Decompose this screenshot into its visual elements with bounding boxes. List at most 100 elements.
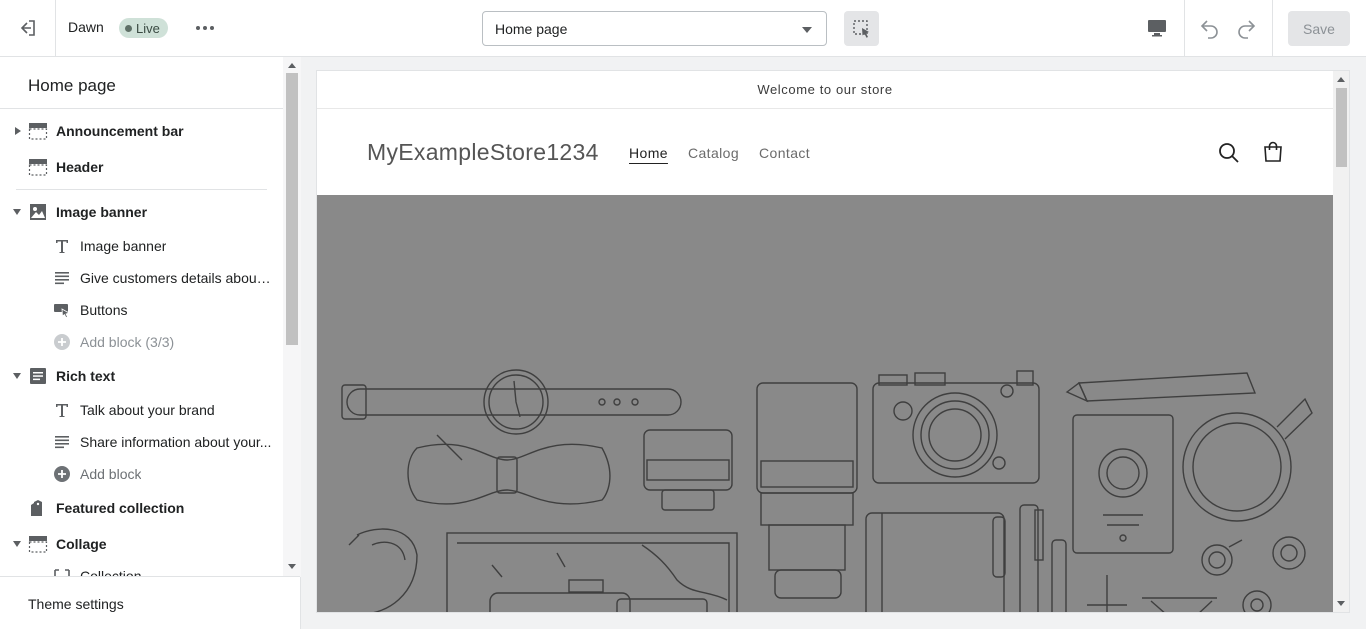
sidebar-footer: Theme settings bbox=[0, 576, 300, 629]
mug-illustration bbox=[1182, 397, 1313, 522]
scroll-down-icon bbox=[1337, 601, 1345, 606]
block-label: Add block (3/3) bbox=[80, 334, 175, 350]
search-icon[interactable] bbox=[1217, 141, 1241, 165]
scrollbar-thumb[interactable] bbox=[286, 73, 298, 345]
undo-icon bbox=[1200, 20, 1218, 39]
chevron-down-icon bbox=[13, 373, 21, 379]
chevron-down-icon bbox=[13, 541, 21, 547]
scroll-down-icon bbox=[288, 564, 296, 569]
collage-icon bbox=[28, 534, 48, 554]
store-header[interactable]: MyExampleStore1234 Home Catalog Contact bbox=[317, 109, 1333, 195]
section-collage[interactable]: Collage bbox=[0, 528, 283, 560]
bow-tie-illustration bbox=[407, 434, 611, 505]
status-badge-label: Live bbox=[136, 20, 160, 36]
second-camera-illustration bbox=[489, 579, 708, 612]
stand-illustration bbox=[1087, 575, 1217, 612]
nav-link-home[interactable]: Home bbox=[629, 145, 668, 161]
section-announcement-bar[interactable]: Announcement bar bbox=[0, 115, 283, 147]
theme-name: Dawn bbox=[68, 19, 104, 35]
section-header[interactable]: Header bbox=[0, 151, 283, 183]
inspector-toggle-button[interactable] bbox=[844, 11, 879, 46]
block-image-banner-heading[interactable]: Image banner bbox=[0, 230, 283, 262]
preview-scrollbar[interactable] bbox=[1333, 71, 1349, 612]
store-logo[interactable]: MyExampleStore1234 bbox=[367, 139, 599, 166]
cart-icon[interactable] bbox=[1261, 140, 1285, 164]
announcement-text: Welcome to our store bbox=[757, 82, 893, 97]
desktop-icon bbox=[1148, 20, 1166, 37]
ellipsis-icon bbox=[196, 26, 214, 30]
add-circle-icon bbox=[52, 464, 72, 484]
exit-button[interactable] bbox=[0, 0, 56, 56]
select-cursor-icon bbox=[852, 19, 869, 38]
text-icon bbox=[52, 268, 72, 288]
passport-illustration bbox=[1072, 414, 1174, 554]
collection-icon bbox=[28, 498, 48, 518]
add-circle-icon bbox=[52, 332, 72, 352]
section-featured-collection[interactable]: Featured collection bbox=[0, 492, 283, 524]
divider bbox=[1184, 0, 1185, 56]
image-banner[interactable] bbox=[317, 195, 1333, 612]
more-actions-button[interactable] bbox=[190, 14, 220, 42]
block-label: Share information about your... bbox=[80, 434, 272, 450]
divider bbox=[1272, 0, 1273, 56]
announcement-bar[interactable]: Welcome to our store bbox=[317, 71, 1333, 109]
section-label: Featured collection bbox=[56, 500, 185, 516]
pencil-illustration bbox=[1065, 372, 1257, 403]
desktop-view-button[interactable] bbox=[1140, 14, 1174, 42]
banner-illustration bbox=[341, 369, 1313, 612]
section-label: Rich text bbox=[56, 368, 116, 384]
divider bbox=[16, 189, 267, 190]
section-label: Image banner bbox=[56, 204, 148, 220]
button-icon bbox=[52, 300, 72, 320]
scroll-up-icon bbox=[288, 63, 296, 68]
image-icon bbox=[28, 202, 48, 222]
sidebar-scrollbar[interactable] bbox=[283, 57, 301, 577]
nav-link-catalog[interactable]: Catalog bbox=[688, 145, 739, 161]
pen-illustration bbox=[1019, 504, 1067, 612]
scroll-up-icon bbox=[1337, 77, 1345, 82]
scrollbar-thumb[interactable] bbox=[1336, 88, 1347, 167]
nav-link-contact[interactable]: Contact bbox=[759, 145, 810, 161]
block-image-banner-text[interactable]: Give customers details about ... bbox=[0, 262, 283, 294]
page-selector[interactable]: Home page bbox=[482, 11, 827, 46]
live-status-badge: Live bbox=[119, 18, 168, 38]
section-label: Header bbox=[56, 159, 104, 175]
exit-icon bbox=[20, 20, 35, 36]
block-label: Talk about your brand bbox=[80, 402, 215, 418]
undo-button[interactable] bbox=[1194, 14, 1226, 42]
announcement-bar-icon bbox=[28, 121, 48, 141]
small-lens-illustration bbox=[643, 429, 733, 511]
block-image-banner-buttons[interactable]: Buttons bbox=[0, 294, 283, 326]
store-nav: Home Catalog Contact bbox=[629, 145, 810, 161]
store-preview: Welcome to our store MyExampleStore1234 … bbox=[316, 70, 1350, 613]
add-block-button[interactable]: Add block (3/3) bbox=[0, 326, 283, 358]
add-block-button[interactable]: Add block bbox=[0, 458, 283, 490]
rich-text-icon bbox=[28, 366, 48, 386]
redo-icon bbox=[1238, 20, 1256, 39]
block-collage-collection[interactable]: Collection bbox=[0, 560, 283, 577]
status-dot-icon bbox=[125, 24, 132, 32]
block-rich-text-heading[interactable]: Talk about your brand bbox=[0, 394, 283, 426]
sunglasses-illustration bbox=[348, 528, 418, 612]
tape-illustration bbox=[1201, 536, 1306, 612]
section-rich-text[interactable]: Rich text bbox=[0, 360, 283, 392]
top-bar: Dawn Live Home page Save bbox=[0, 0, 1366, 57]
heading-icon bbox=[52, 236, 72, 256]
text-icon bbox=[52, 432, 72, 452]
block-label: Image banner bbox=[80, 238, 167, 254]
notebook-illustration bbox=[865, 512, 1006, 612]
block-label: Add block bbox=[80, 466, 142, 482]
sections-sidebar: Home page Announcement bar Header Image … bbox=[0, 57, 301, 629]
header-icon bbox=[28, 157, 48, 177]
page-selector-value: Home page bbox=[495, 20, 568, 37]
chevron-down-icon bbox=[802, 27, 812, 33]
block-rich-text-text[interactable]: Share information about your... bbox=[0, 426, 283, 458]
chevron-down-icon bbox=[13, 209, 21, 215]
theme-settings-link[interactable]: Theme settings bbox=[28, 596, 124, 612]
section-image-banner[interactable]: Image banner bbox=[0, 196, 283, 228]
save-button[interactable]: Save bbox=[1288, 11, 1350, 46]
section-label: Collage bbox=[56, 536, 107, 552]
section-list: Announcement bar Header Image banner Ima… bbox=[0, 109, 283, 577]
redo-button[interactable] bbox=[1230, 14, 1262, 42]
section-label: Announcement bar bbox=[56, 123, 184, 139]
